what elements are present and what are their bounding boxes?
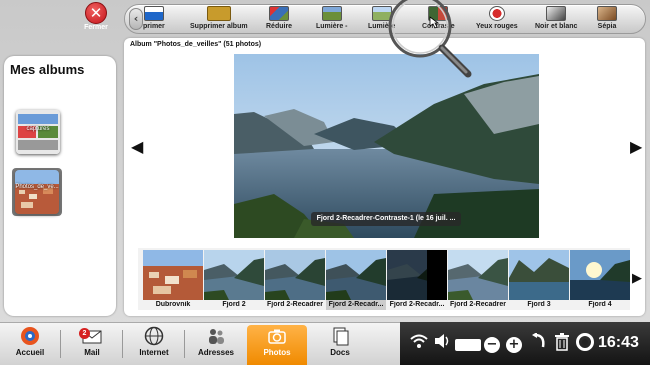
sepia-button[interactable]: Sépia <box>597 6 617 32</box>
album-photos-label: Photos_de_ve... <box>15 184 59 190</box>
thumb-label: Fjord 3 <box>527 301 551 308</box>
brightness-down-icon <box>321 6 342 21</box>
thumb-label: Fjord 4 <box>588 301 612 308</box>
undo-icon[interactable] <box>531 332 547 353</box>
thumbnail[interactable]: Fjord 3 <box>509 250 569 310</box>
close-button[interactable]: ✕ Fermer <box>80 2 112 34</box>
reduce-icon <box>269 6 290 21</box>
arrow-right-icon[interactable]: ▶ <box>632 271 642 286</box>
thumb-fjord <box>326 250 386 300</box>
taskbar-adresses[interactable]: Adresses <box>188 326 244 362</box>
thumbnail[interactable]: Fjord 4 <box>570 250 630 310</box>
thumb-label: Fjord 2-Recadr... <box>389 301 445 308</box>
thumb-label: Fjord 2 <box>222 301 246 308</box>
zoom-out-icon[interactable]: − <box>484 337 500 353</box>
thumb-fjord4 <box>570 250 630 300</box>
taskbar-label: Internet <box>139 348 169 357</box>
zoom-in-icon[interactable]: + <box>506 337 522 353</box>
thumb-label: Fjord 2-Recadr... <box>328 301 384 308</box>
mail-badge: 2 <box>79 328 90 339</box>
taskbar-photos[interactable]: Photos <box>249 326 305 362</box>
contacts-icon <box>209 329 224 344</box>
album-captures-label: captures <box>26 126 50 132</box>
taskbar-internet[interactable]: Internet <box>126 326 182 362</box>
red-eye-icon <box>488 6 505 21</box>
sidebar-title: Mes albums <box>10 62 85 77</box>
thumb-label: Dubrovnik <box>155 301 191 308</box>
arrow-left-icon[interactable]: ◀ <box>131 137 143 156</box>
black-white-icon <box>546 6 567 21</box>
divider <box>184 330 185 358</box>
thumb-fjord-dark <box>387 250 447 300</box>
sepia-icon <box>597 6 617 21</box>
album-captures-icon <box>16 110 60 154</box>
thumb-fjord3 <box>509 250 569 300</box>
thumb-label: Fjord 2-Recadrer <box>266 301 324 308</box>
close-icon: ✕ <box>85 2 107 24</box>
globe-icon <box>144 326 164 346</box>
printer-icon <box>143 6 164 21</box>
trash-icon[interactable] <box>554 333 570 355</box>
taskbar-label: Mail <box>84 348 100 357</box>
taskbar-label: Docs <box>330 348 350 357</box>
magnifier-icon <box>388 0 472 78</box>
album-photos-icon <box>15 170 59 214</box>
thumb-label: Fjord 2-Recadrer <box>449 301 507 308</box>
help-lifebuoy-icon[interactable] <box>576 333 594 355</box>
delete-album-button[interactable]: Supprimer album <box>190 6 248 32</box>
thumbnail-selected[interactable]: Fjord 2-Recadr... <box>326 250 386 310</box>
reduce-label: Réduire <box>266 23 293 30</box>
thumb-fjord <box>265 250 325 300</box>
thumbnail[interactable]: Dubrovnik <box>143 250 203 310</box>
volume-slider[interactable] <box>455 339 481 351</box>
brightness-down-label: Lumière - <box>316 23 348 30</box>
clock: 16:43 <box>598 334 639 351</box>
home-icon <box>21 327 39 345</box>
arrow-right-icon[interactable]: ▶ <box>630 137 642 156</box>
documents-icon <box>333 327 349 346</box>
brightness-down-button[interactable]: Lumière - <box>316 6 348 32</box>
taskbar-docs[interactable]: Docs <box>312 326 368 362</box>
close-label: Fermer <box>84 24 108 31</box>
divider <box>122 330 123 358</box>
chevron-left-icon[interactable]: ‹ <box>129 8 143 30</box>
thumb-fjord <box>204 250 264 300</box>
black-white-label: Noir et blanc <box>535 23 578 30</box>
taskbar-label: Accueil <box>15 348 45 357</box>
trash-folder-icon <box>206 6 231 21</box>
thumbnail[interactable]: Fjord 2-Recadr... <box>387 250 447 310</box>
thumbnail[interactable]: Fjord 2-Recadrer <box>265 250 325 310</box>
divider <box>60 330 61 358</box>
red-eye-button[interactable]: Yeux rouges <box>476 6 518 32</box>
thumb-dubrovnik <box>143 250 203 300</box>
thumbnail[interactable]: Fjord 2 <box>204 250 264 310</box>
print-label: primer <box>143 23 165 30</box>
black-white-button[interactable]: Noir et blanc <box>535 6 577 32</box>
camera-icon <box>268 329 286 344</box>
sepia-label: Sépia <box>597 23 617 30</box>
thumb-fjord <box>448 250 508 300</box>
print-button[interactable]: primer <box>143 6 165 32</box>
taskbar-label: Adresses <box>197 348 235 357</box>
delete-album-label: Supprimer album <box>190 23 248 30</box>
photo-caption: Fjord 2-Recadrer-Contraste-1 (le 16 juil… <box>311 212 461 226</box>
reduce-button[interactable]: Réduire <box>266 6 292 32</box>
taskbar-accueil[interactable]: Accueil <box>2 326 58 362</box>
volume-icon[interactable] <box>434 333 452 353</box>
red-eye-label: Yeux rouges <box>476 23 518 30</box>
thumbnail[interactable]: Fjord 2-Recadrer <box>448 250 508 310</box>
taskbar-label: Photos <box>263 348 291 357</box>
taskbar-mail[interactable]: Mail <box>64 326 120 362</box>
wifi-icon[interactable] <box>410 333 428 353</box>
album-title: Album "Photos_de_veilles" (51 photos) <box>130 41 262 48</box>
album-photos[interactable]: Photos_de_ve... <box>15 170 59 214</box>
album-captures[interactable]: captures <box>16 110 60 154</box>
